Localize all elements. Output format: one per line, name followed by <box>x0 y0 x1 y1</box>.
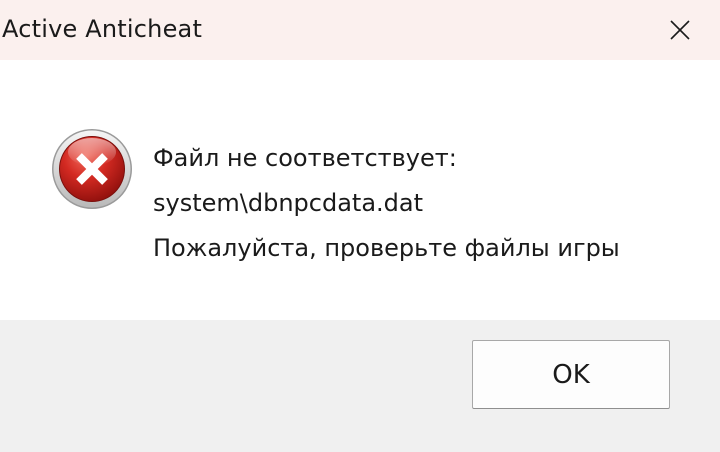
message-line-2: system\dbnpcdata.dat <box>153 189 423 217</box>
window-title: Active Anticheat <box>2 15 203 43</box>
message-line-3: Пожалуйста, проверьте файлы игры <box>153 234 620 262</box>
title-bar[interactable]: Active Anticheat <box>0 0 720 60</box>
dialog-content: Файл не соответствует: system\dbnpcdata.… <box>0 60 720 320</box>
message-line-1: Файл не соответствует: <box>153 144 457 172</box>
message-box-dialog: Active Anticheat Файл не соответствует: … <box>0 0 720 452</box>
message-text: Файл не соответствует: system\dbnpcdata.… <box>153 136 620 271</box>
close-button[interactable] <box>640 0 720 60</box>
close-x-icon <box>670 20 690 40</box>
error-icon <box>52 129 132 209</box>
button-bar: OK <box>0 320 720 452</box>
ok-button[interactable]: OK <box>472 340 670 409</box>
